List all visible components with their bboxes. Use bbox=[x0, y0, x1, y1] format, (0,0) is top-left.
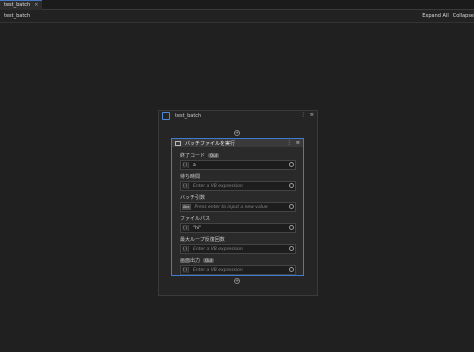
collapse-icon[interactable]: ≡ bbox=[296, 140, 300, 146]
field-placeholder: Press enter to input a new value bbox=[194, 204, 268, 210]
more-menu-icon[interactable]: ⋮ bbox=[301, 112, 306, 118]
plus-circle-icon[interactable] bbox=[289, 183, 294, 188]
add-activity-icon[interactable]: + bbox=[234, 278, 240, 284]
sequence-icon bbox=[162, 112, 170, 120]
activity-icon bbox=[175, 140, 181, 146]
expression-button[interactable]: {} bbox=[182, 225, 189, 231]
expression-button[interactable]: {} bbox=[182, 183, 189, 189]
property-exit-code: 終了コード Out {} a bbox=[180, 152, 296, 170]
expression-button[interactable]: {} bbox=[182, 162, 189, 168]
property-label: ファイルパス bbox=[180, 216, 211, 222]
field-value: "hi" bbox=[193, 225, 202, 231]
plus-circle-icon[interactable] bbox=[289, 162, 294, 167]
expression-button[interactable]: {} bbox=[182, 267, 189, 273]
max-loop-field[interactable]: {} Enter a VB expression bbox=[180, 244, 296, 254]
property-label: 終了コード bbox=[180, 153, 206, 159]
exit-code-field[interactable]: {} a bbox=[180, 160, 296, 170]
plus-circle-icon[interactable] bbox=[289, 267, 294, 272]
plus-circle-icon[interactable] bbox=[289, 204, 294, 209]
property-label: 最大ループ反復回数 bbox=[180, 237, 225, 243]
collapse-button[interactable]: Collapse bbox=[453, 13, 474, 19]
breadcrumb[interactable]: test_batch bbox=[4, 13, 30, 19]
property-label: 待ち時間 bbox=[180, 174, 201, 180]
batch-args-field[interactable]: Abc Press enter to input a new value bbox=[180, 202, 296, 212]
field-placeholder: Enter a VB expression bbox=[193, 246, 243, 252]
property-wait-time: 待ち時間 {} Enter a VB expression bbox=[180, 173, 296, 191]
sequence-title[interactable]: test_batch bbox=[175, 113, 201, 119]
property-label: バッチ引数 bbox=[180, 195, 206, 201]
property-max-loop: 最大ループ反復回数 {} Enter a VB expression bbox=[180, 236, 296, 254]
tab-label: test_batch bbox=[4, 2, 31, 8]
out-badge: Out bbox=[203, 258, 215, 263]
field-placeholder: Enter a VB expression bbox=[193, 183, 243, 189]
activity-title[interactable]: バッチファイルを実行 bbox=[185, 140, 235, 147]
plus-circle-icon[interactable] bbox=[289, 246, 294, 251]
field-value: a bbox=[193, 162, 196, 168]
property-screen-output: 画面出力 Out {} Enter a VB expression bbox=[180, 257, 296, 275]
type-tag: Abc bbox=[182, 204, 191, 210]
expression-button[interactable]: {} bbox=[182, 246, 189, 252]
add-activity-icon[interactable]: + bbox=[234, 130, 240, 136]
property-batch-args: バッチ引数 Abc Press enter to input a new valu… bbox=[180, 194, 296, 212]
sequence-header: test_batch ⋮ ≡ bbox=[159, 111, 317, 121]
field-placeholder: Enter a VB expression bbox=[193, 267, 243, 273]
tab-bar: test_batch × bbox=[0, 0, 474, 10]
property-file-path: ファイルパス {} "hi" bbox=[180, 215, 296, 233]
wait-time-field[interactable]: {} Enter a VB expression bbox=[180, 181, 296, 191]
activity-card[interactable]: バッチファイルを実行 ⋮ ≡ 終了コード Out {} a 待ち時間 {} Enter… bbox=[171, 138, 304, 276]
more-menu-icon[interactable]: ⋮ bbox=[287, 140, 292, 146]
screen-output-field[interactable]: {} Enter a VB expression bbox=[180, 265, 296, 275]
activity-header: バッチファイルを実行 ⋮ ≡ bbox=[172, 139, 303, 147]
tab-test-batch[interactable]: test_batch × bbox=[0, 0, 43, 10]
designer-header: test_batch Expand All Collapse bbox=[0, 10, 474, 23]
file-path-field[interactable]: {} "hi" bbox=[180, 223, 296, 233]
plus-circle-icon[interactable] bbox=[289, 225, 294, 230]
property-label: 画面出力 bbox=[180, 258, 201, 264]
collapse-icon[interactable]: ≡ bbox=[310, 112, 314, 118]
expand-all-button[interactable]: Expand All bbox=[422, 13, 449, 19]
close-icon[interactable]: × bbox=[34, 1, 38, 10]
out-badge: Out bbox=[208, 153, 220, 158]
